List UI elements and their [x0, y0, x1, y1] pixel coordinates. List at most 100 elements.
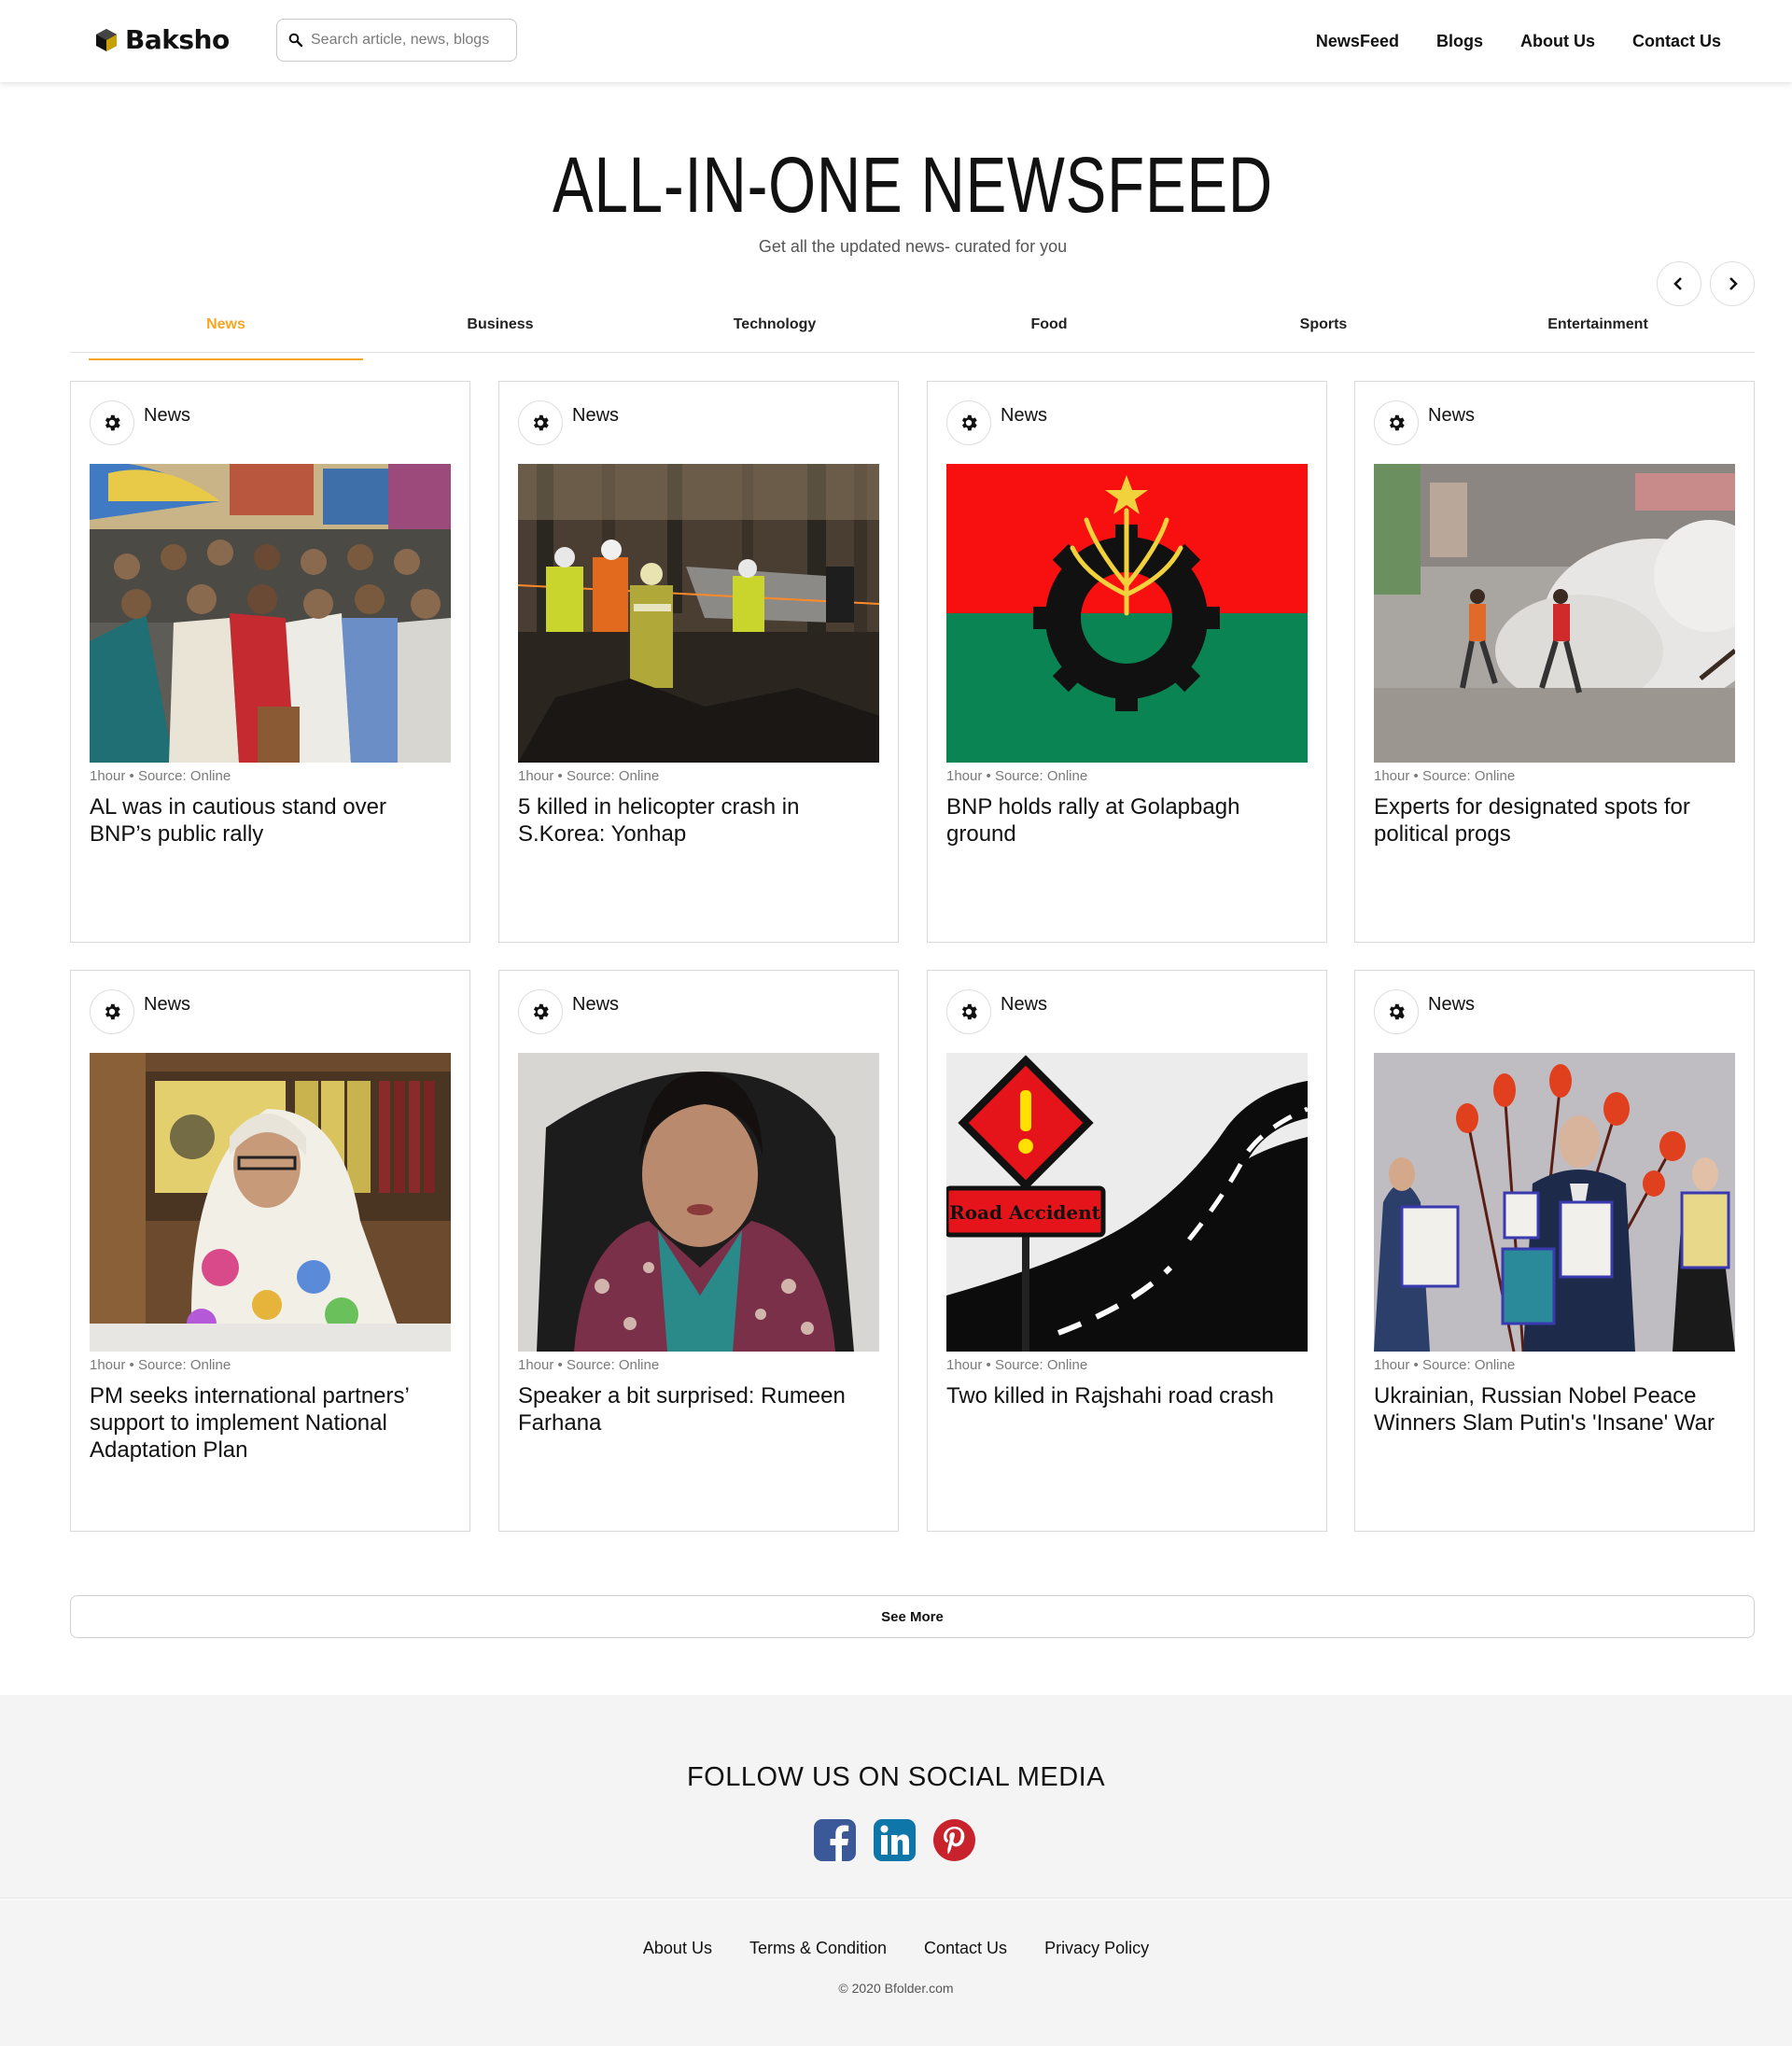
- card-meta: 1hour • Source: Online: [518, 768, 660, 784]
- card-meta: 1hour • Source: Online: [1374, 768, 1516, 784]
- card-meta: 1hour • Source: Online: [518, 1357, 660, 1373]
- category-icon: [90, 989, 134, 1034]
- site-footer: About Us Terms & Condition Contact Us Pr…: [0, 1899, 1792, 2046]
- category-icon: [518, 400, 563, 445]
- card-category: News: [1374, 989, 1475, 1034]
- news-card[interactable]: News 1hour • Source: Online 5 killed in …: [498, 381, 899, 943]
- gear-icon: [105, 1003, 120, 1020]
- road-accident-illustration: Road Accident: [946, 1053, 1308, 1352]
- card-title[interactable]: AL was in cautious stand over BNP’s publ…: [90, 793, 444, 848]
- facebook-icon[interactable]: [814, 1819, 856, 1861]
- news-card[interactable]: News 1hour • Source: Online Experts for …: [1354, 381, 1755, 943]
- category-label: News: [144, 404, 191, 426]
- chevron-left-icon: [1673, 277, 1682, 290]
- nav-contact-us[interactable]: Contact Us: [1632, 32, 1721, 51]
- nav-about-us[interactable]: About Us: [1520, 32, 1595, 51]
- copyright-text: © 2020 Bfolder.com: [838, 1981, 954, 1996]
- category-icon: [946, 989, 991, 1034]
- category-label: News: [1001, 993, 1048, 1015]
- card-title[interactable]: BNP holds rally at Golapbagh ground: [946, 793, 1301, 848]
- category-label: News: [144, 993, 191, 1015]
- category-tabs: News Business Technology Food Sports Ent…: [70, 304, 1755, 360]
- helicopter-crash-photo: [518, 464, 879, 763]
- gear-icon: [1389, 414, 1405, 431]
- card-category: News: [518, 400, 619, 445]
- card-meta: 1hour • Source: Online: [946, 768, 1088, 784]
- footer-link-about-us[interactable]: About Us: [643, 1939, 712, 1958]
- news-card[interactable]: News 1hour • Source: Online Ukrainian, R…: [1354, 970, 1755, 1532]
- card-category: News: [90, 989, 190, 1034]
- page-title: ALL-IN-ONE NEWSFEED: [552, 141, 1274, 229]
- gear-icon: [533, 1003, 549, 1020]
- category-label: News: [1428, 404, 1476, 426]
- tab-sports[interactable]: Sports: [1186, 304, 1461, 352]
- chevron-right-icon: [1729, 277, 1738, 290]
- brand-logo[interactable]: Baksho: [95, 24, 230, 55]
- card-title[interactable]: Two killed in Rajshahi road crash: [946, 1382, 1301, 1409]
- pinterest-icon[interactable]: [933, 1819, 975, 1861]
- footer-link-contact-us[interactable]: Contact Us: [924, 1939, 1007, 1958]
- gear-icon: [961, 414, 977, 431]
- gear-icon: [105, 414, 120, 431]
- search-icon: [288, 33, 303, 48]
- card-title[interactable]: Experts for designated spots for politic…: [1374, 793, 1729, 848]
- tab-food[interactable]: Food: [912, 304, 1186, 352]
- nav-blogs[interactable]: Blogs: [1436, 32, 1483, 51]
- card-category: News: [90, 400, 190, 445]
- card-meta: 1hour • Source: Online: [1374, 1357, 1516, 1373]
- social-icons: [814, 1819, 975, 1861]
- see-more-button[interactable]: See More: [70, 1595, 1755, 1638]
- news-card[interactable]: News 1hour • Source: Online Speaker a bi…: [498, 970, 899, 1532]
- road-accident-sign-text: Road Accident: [949, 1201, 1101, 1224]
- next-button[interactable]: [1710, 261, 1755, 306]
- card-title[interactable]: PM seeks international partners’ support…: [90, 1382, 444, 1464]
- news-card[interactable]: News Road Accident 1hour • Source: Onlin…: [927, 970, 1327, 1532]
- search-input[interactable]: [311, 32, 507, 49]
- category-icon: [90, 400, 134, 445]
- pm-portrait-photo: [90, 1053, 451, 1352]
- rally-crowd-photo: [90, 464, 451, 763]
- card-category: News: [1374, 400, 1475, 445]
- tab-entertainment[interactable]: Entertainment: [1461, 304, 1735, 352]
- brand-name: Baksho: [125, 24, 230, 55]
- footer-links: About Us Terms & Condition Contact Us Pr…: [0, 1939, 1792, 1958]
- category-icon: [946, 400, 991, 445]
- follow-heading: FOLLOW US ON SOCIAL MEDIA: [686, 1762, 1106, 1792]
- social-section: FOLLOW US ON SOCIAL MEDIA: [0, 1695, 1792, 1899]
- card-title[interactable]: Speaker a bit surprised: Rumeen Farhana: [518, 1382, 873, 1436]
- news-card[interactable]: News 1hour • Source: Online AL was in ca…: [70, 381, 470, 943]
- prev-button[interactable]: [1657, 261, 1701, 306]
- card-title[interactable]: 5 killed in helicopter crash in S.Korea:…: [518, 793, 873, 848]
- category-icon: [1374, 400, 1419, 445]
- speaker-portrait-photo: [518, 1053, 879, 1352]
- card-meta: 1hour • Source: Online: [90, 1357, 231, 1373]
- footer-link-privacy-policy[interactable]: Privacy Policy: [1044, 1939, 1149, 1958]
- gear-icon: [1389, 1003, 1405, 1020]
- category-label: News: [1428, 993, 1476, 1015]
- tab-business[interactable]: Business: [363, 304, 637, 352]
- card-meta: 1hour • Source: Online: [90, 768, 231, 784]
- category-label: News: [572, 404, 620, 426]
- card-category: News: [946, 400, 1047, 445]
- bnp-flag: [946, 464, 1308, 763]
- category-label: News: [1001, 404, 1048, 426]
- search-box[interactable]: [276, 19, 517, 62]
- news-card[interactable]: News 1hour • Source: Online BNP holds ra…: [927, 381, 1327, 943]
- nav-newsfeed[interactable]: NewsFeed: [1316, 32, 1399, 51]
- linkedin-icon[interactable]: [874, 1819, 916, 1861]
- card-meta: 1hour • Source: Online: [946, 1357, 1088, 1373]
- footer-link-terms[interactable]: Terms & Condition: [749, 1939, 887, 1958]
- nobel-ceremony-photo: [1374, 1053, 1735, 1352]
- card-title[interactable]: Ukrainian, Russian Nobel Peace Winners S…: [1374, 1382, 1729, 1436]
- gear-icon: [961, 1003, 977, 1020]
- tab-news[interactable]: News: [89, 304, 363, 360]
- cube-logo-icon: [96, 28, 117, 51]
- tab-technology[interactable]: Technology: [637, 304, 912, 352]
- category-icon: [1374, 989, 1419, 1034]
- main-nav: NewsFeed Blogs About Us Contact Us: [1316, 0, 1721, 82]
- card-category: News: [946, 989, 1047, 1034]
- site-header: Baksho NewsFeed Blogs About Us Contact U…: [0, 0, 1792, 82]
- street-clash-photo: [1374, 464, 1735, 763]
- card-category: News: [518, 989, 619, 1034]
- news-card[interactable]: News 1hour • Source: Online PM seeks int…: [70, 970, 470, 1532]
